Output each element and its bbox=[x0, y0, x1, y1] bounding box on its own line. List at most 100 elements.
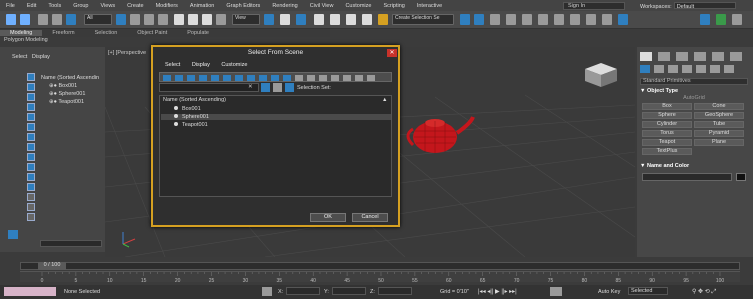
percent-snap-icon[interactable] bbox=[346, 14, 356, 25]
time-slider-thumb[interactable]: 0 / 100 bbox=[38, 262, 66, 270]
display-frozen-icon[interactable] bbox=[27, 173, 35, 181]
explorer-select-menu[interactable]: Select bbox=[12, 54, 27, 60]
render-setup-icon[interactable] bbox=[586, 14, 596, 25]
menu-graph-editors[interactable]: Graph Editors bbox=[226, 3, 260, 9]
teapot-button[interactable]: Teapot bbox=[642, 139, 692, 146]
reference-coordinate-dropdown[interactable]: View bbox=[232, 14, 260, 25]
menu-views[interactable]: Views bbox=[101, 3, 116, 9]
list-item[interactable]: Teapot001 bbox=[174, 122, 208, 128]
display-groups-icon[interactable] bbox=[27, 133, 35, 141]
highlight-icon[interactable] bbox=[285, 83, 294, 92]
display-hidden-icon[interactable] bbox=[27, 183, 35, 191]
link-icon[interactable] bbox=[38, 14, 48, 25]
render-iterative-icon[interactable] bbox=[716, 14, 726, 25]
lights-icon[interactable] bbox=[668, 65, 678, 73]
isolate-selection-icon[interactable] bbox=[262, 287, 272, 296]
motion-tab-icon[interactable] bbox=[694, 52, 706, 61]
sign-in-dropdown[interactable]: Sign In bbox=[563, 2, 625, 10]
menu-interactive[interactable]: Interactive bbox=[417, 3, 442, 9]
bind-space-warp-icon[interactable] bbox=[66, 14, 76, 25]
time-slider-track[interactable] bbox=[20, 262, 740, 270]
render-production-icon[interactable] bbox=[618, 14, 628, 25]
menu-rendering[interactable]: Rendering bbox=[272, 3, 297, 9]
maxscript-listener[interactable] bbox=[4, 287, 56, 296]
align-icon[interactable] bbox=[474, 14, 484, 25]
textplus-button[interactable]: TextPlus bbox=[642, 148, 692, 155]
geosphere-button[interactable]: GeoSphere bbox=[694, 112, 744, 119]
clear-search-icon[interactable]: ✕ bbox=[248, 84, 253, 90]
ribbon-panel-label[interactable]: Polygon Modeling bbox=[4, 37, 48, 43]
scale-icon[interactable] bbox=[202, 14, 212, 25]
menu-scripting[interactable]: Scripting bbox=[383, 3, 404, 9]
menu-tools[interactable]: Tools bbox=[48, 3, 61, 9]
name-color-rollout[interactable]: ▼ Name and Color bbox=[640, 163, 689, 169]
display-lights-icon[interactable] bbox=[27, 93, 35, 101]
display-shapes-icon[interactable] bbox=[27, 83, 35, 91]
viewport-label[interactable]: [+] [Perspective bbox=[108, 50, 146, 56]
tab-modeling[interactable]: Modeling bbox=[0, 30, 43, 36]
shapes-icon[interactable] bbox=[654, 65, 664, 73]
menu-edit[interactable]: Edit bbox=[27, 3, 36, 9]
create-tab-icon[interactable] bbox=[640, 52, 652, 61]
geometry-icon[interactable] bbox=[640, 65, 650, 73]
named-selection-set-dropdown[interactable]: Create Selection Se bbox=[392, 14, 454, 25]
keyboard-shortcut-icon[interactable] bbox=[296, 14, 306, 25]
schematic-view-icon[interactable] bbox=[554, 14, 564, 25]
tab-populate[interactable]: Populate bbox=[177, 30, 219, 36]
tube-button[interactable]: Tube bbox=[694, 121, 744, 128]
layer-explorer-toggle-icon[interactable] bbox=[8, 230, 18, 239]
plane-button[interactable]: Plane bbox=[694, 139, 744, 146]
material-editor-icon[interactable] bbox=[570, 14, 580, 25]
selection-set-icon[interactable] bbox=[273, 83, 282, 92]
rotate-icon[interactable] bbox=[188, 14, 198, 25]
hierarchy-tab-icon[interactable] bbox=[676, 52, 688, 61]
auto-key-button[interactable]: Auto Key bbox=[598, 289, 620, 295]
explorer-item[interactable]: ⊕● Box001 bbox=[41, 82, 99, 90]
toggle-scene-explorer-icon[interactable] bbox=[490, 14, 500, 25]
display-invert-icon[interactable] bbox=[27, 213, 35, 221]
place-icon[interactable] bbox=[216, 14, 226, 25]
object-type-rollout[interactable]: ▼ Object Type bbox=[640, 88, 748, 94]
pivot-center-icon[interactable] bbox=[264, 14, 274, 25]
redo-icon[interactable] bbox=[20, 14, 30, 25]
menu-create[interactable]: Create bbox=[127, 3, 144, 9]
mirror-icon[interactable] bbox=[460, 14, 470, 25]
snaps-toggle-icon[interactable] bbox=[314, 14, 324, 25]
undo-icon[interactable] bbox=[6, 14, 16, 25]
ok-button[interactable]: OK bbox=[310, 213, 346, 222]
y-coord-field[interactable] bbox=[332, 287, 366, 295]
display-cameras-icon[interactable] bbox=[27, 103, 35, 111]
selection-filter-dropdown[interactable]: All bbox=[84, 14, 112, 25]
dialog-customize-menu[interactable]: Customize bbox=[221, 62, 247, 68]
x-coord-field[interactable] bbox=[286, 287, 320, 295]
viewcube-icon[interactable] bbox=[585, 63, 617, 87]
teapot-object[interactable] bbox=[406, 116, 475, 153]
box-button[interactable]: Box bbox=[642, 103, 692, 110]
dialog-display-menu[interactable]: Display bbox=[192, 62, 210, 68]
cylinder-button[interactable]: Cylinder bbox=[642, 121, 692, 128]
explorer-item[interactable]: ⊕● Sphere001 bbox=[41, 90, 99, 98]
object-name-input[interactable] bbox=[642, 173, 732, 181]
find-case-sensitive-icon[interactable] bbox=[261, 83, 270, 92]
explorer-horizontal-scrollbar[interactable] bbox=[40, 240, 102, 247]
viewport-navigation-icons[interactable]: ⚲ ✥ ⟲ ⤢ bbox=[692, 288, 716, 296]
sphere-button[interactable]: Sphere bbox=[642, 112, 692, 119]
rendered-frame-window-icon[interactable] bbox=[602, 14, 612, 25]
close-icon[interactable]: ✕ bbox=[387, 49, 397, 57]
curve-editor-icon[interactable] bbox=[538, 14, 548, 25]
toggle-layer-explorer-icon[interactable] bbox=[506, 14, 516, 25]
explorer-item[interactable]: ⊕● Teapot001 bbox=[41, 98, 99, 106]
display-tab-icon[interactable] bbox=[712, 52, 724, 61]
dialog-column-header[interactable]: Name (Sorted Ascending) bbox=[163, 97, 226, 103]
track-bar[interactable]: 0 5 10 15 20 25 30 35 40 45 50 55 60 65 70 75 80 85 90 95 10… bbox=[20, 271, 740, 284]
menu-customize[interactable]: Customize bbox=[345, 3, 371, 9]
explorer-column-header[interactable]: Name (Sorted Ascendin bbox=[41, 74, 99, 82]
cancel-button[interactable]: Cancel bbox=[352, 213, 388, 222]
cameras-icon[interactable] bbox=[682, 65, 692, 73]
display-spacewarps-icon[interactable] bbox=[27, 123, 35, 131]
key-icon[interactable] bbox=[550, 287, 562, 296]
autogrid-checkbox[interactable]: AutoGrid bbox=[640, 95, 748, 101]
menu-group[interactable]: Group bbox=[73, 3, 88, 9]
select-manipulate-icon[interactable] bbox=[280, 14, 290, 25]
cone-button[interactable]: Cone bbox=[694, 103, 744, 110]
